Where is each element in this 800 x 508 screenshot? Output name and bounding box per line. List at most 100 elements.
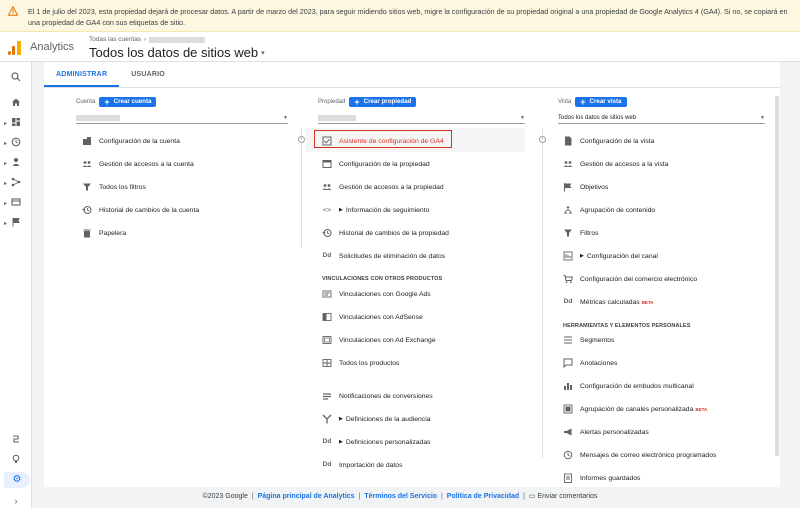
adsense-icon — [322, 312, 332, 322]
dashboard-icon[interactable] — [10, 117, 22, 129]
data-import-link[interactable]: Dd Importación de datos — [322, 457, 403, 473]
breadcrumb-all-accounts[interactable]: Todas las cuentas — [89, 36, 141, 43]
item-label: Configuración de la propiedad — [339, 160, 430, 168]
create-view-button[interactable]: + Crear vista — [575, 96, 627, 107]
ad-exchange-link[interactable]: Vinculaciones con Ad Exchange — [322, 332, 436, 348]
clock-icon[interactable] — [10, 137, 22, 149]
all-filters-link[interactable]: Todos los filtros — [82, 179, 146, 195]
all-products-link[interactable]: Todos los productos — [322, 355, 399, 371]
property-history-link[interactable]: Historial de cambios de la propiedad — [322, 225, 449, 241]
person-icon[interactable] — [10, 157, 22, 169]
item-label: Configuración de embudos multicanal — [580, 382, 694, 390]
property-label: Propiedad — [318, 98, 346, 105]
column-divider — [301, 128, 302, 248]
bar-chart-icon — [563, 381, 573, 391]
scheduled-emails-link[interactable]: Mensajes de correo electrónico programad… — [563, 447, 716, 463]
calculated-metrics-link[interactable]: Dd Métricas calculadas BETA — [563, 294, 654, 310]
privacy-link[interactable]: Política de Privacidad — [447, 493, 519, 500]
custom-channel-grouping-link[interactable]: Agrupación de canales personalizada BETA — [563, 401, 707, 417]
saved-report-icon — [563, 473, 573, 483]
content-grouping-link[interactable]: Agrupación de contenido — [563, 202, 655, 218]
google-ads-link[interactable]: Vinculaciones con Google Ads — [322, 286, 431, 302]
collapse-dot-icon[interactable]: ‹ — [298, 136, 305, 143]
tab-usuario[interactable]: USUARIO — [119, 62, 177, 87]
acquisition-icon[interactable] — [10, 177, 22, 189]
create-account-button[interactable]: + Crear cuenta — [99, 96, 157, 107]
property-selector[interactable]: Todos los datos de sitios web ▾ — [89, 45, 265, 60]
expand-arrow-icon[interactable]: ▸ — [4, 140, 7, 147]
account-history-link[interactable]: Historial de cambios de la cuenta — [82, 202, 199, 218]
account-settings-link[interactable]: Configuración de la cuenta — [82, 133, 180, 149]
trash-icon — [82, 228, 92, 238]
item-label: Agrupación de contenido — [580, 206, 656, 214]
analytics-logo-icon[interactable] — [8, 41, 21, 55]
vertical-scrollbar[interactable] — [775, 96, 779, 456]
home-icon[interactable] — [10, 97, 22, 109]
annotations-link[interactable]: Anotaciones — [563, 355, 617, 371]
view-dropdown[interactable]: Todos los datos de sitios web ▼ — [558, 112, 765, 124]
admin-gear-icon[interactable]: ⚙ — [4, 472, 30, 488]
filters-link[interactable]: Filtros — [563, 225, 599, 241]
ecommerce-settings-link[interactable]: Configuración del comercio electrónico — [563, 271, 697, 287]
item-label: Vinculaciones con AdSense — [339, 313, 423, 321]
breadcrumb[interactable]: Todas las cuentas › — [89, 36, 206, 43]
property-settings-link[interactable]: Configuración de la propiedad — [322, 156, 430, 172]
channel-settings-link[interactable]: ▶ Configuración del canal — [563, 248, 658, 264]
item-label: Vinculaciones con Google Ads — [339, 290, 431, 298]
trash-link[interactable]: Papelera — [82, 225, 126, 241]
data-deletion-link[interactable]: Dd Solicitudes de eliminación de datos — [322, 248, 446, 264]
expand-arrow-icon[interactable]: ▸ — [4, 160, 7, 167]
analytics-home-link[interactable]: Página principal de Analytics — [258, 493, 355, 500]
ga4-setup-assistant-link[interactable]: Asistente de configuración de GA4 — [322, 133, 444, 149]
item-label: Asistente de configuración de GA4 — [339, 137, 444, 145]
account-access-link[interactable]: Gestión de accesos a la cuenta — [82, 156, 194, 172]
expand-arrow-icon[interactable]: ▸ — [4, 120, 7, 127]
view-access-link[interactable]: Gestión de accesos a la vista — [563, 156, 668, 172]
segments-link[interactable]: Segmentos — [563, 332, 614, 348]
expand-arrow-icon[interactable]: ▸ — [4, 180, 7, 187]
behavior-icon[interactable] — [10, 197, 22, 209]
tracking-info-link[interactable]: <> ▶ Información de seguimiento — [322, 202, 430, 218]
document-icon — [563, 136, 573, 146]
left-nav: ▸ ▸ ▸ ▸ ▸ ▸ ⚙ › — [0, 62, 32, 508]
flag-icon[interactable] — [10, 217, 22, 229]
expand-arrow-icon[interactable]: ▸ — [4, 220, 7, 227]
redacted-property-value — [318, 114, 356, 121]
custom-channel-icon — [563, 404, 573, 414]
collapse-dot-icon[interactable]: ‹ — [539, 136, 546, 143]
adsense-link[interactable]: Vinculaciones con AdSense — [322, 309, 423, 325]
filter-icon — [563, 228, 573, 238]
feedback-button[interactable]: ▭ Enviar comentarios — [529, 493, 598, 500]
multichannel-funnels-link[interactable]: Configuración de embudos multicanal — [563, 378, 694, 394]
attribution-icon[interactable] — [10, 434, 22, 446]
property-access-link[interactable]: Gestión de accesos a la propiedad — [322, 179, 444, 195]
chevron-right-icon: › — [144, 36, 147, 43]
terms-link[interactable]: Términos del Servicio — [364, 493, 437, 500]
copyright-text: ©2023 Google — [202, 493, 248, 500]
custom-alerts-link[interactable]: Alertas personalizadas — [563, 424, 649, 440]
create-property-button[interactable]: + Crear propiedad — [349, 96, 417, 107]
audience-definitions-link[interactable]: ▶ Definiciones de la audiencia — [322, 411, 431, 427]
item-label: Configuración de la vista — [580, 137, 655, 145]
page-title[interactable]: Todos los datos de sitios web — [89, 45, 258, 60]
view-settings-link[interactable]: Configuración de la vista — [563, 133, 654, 149]
account-selector[interactable]: ▼ — [76, 112, 288, 124]
clock-mail-icon — [563, 450, 573, 460]
saved-reports-link[interactable]: Informes guardados — [563, 470, 640, 486]
goals-link[interactable]: Objetivos — [563, 179, 608, 195]
deprecation-banner: El 1 de julio del 2023, esta propiedad d… — [0, 0, 800, 32]
expand-arrow-icon[interactable]: ▸ — [4, 200, 7, 207]
item-label: Solicitudes de eliminación de datos — [339, 252, 446, 260]
tab-administrar[interactable]: ADMINISTRAR — [44, 62, 120, 87]
item-label: Configuración del canal — [586, 252, 658, 260]
property-dropdown[interactable]: ▼ — [318, 112, 525, 124]
conversion-notifications-link[interactable]: Notificaciones de conversiones — [322, 388, 433, 404]
lightbulb-icon[interactable] — [10, 454, 22, 466]
custom-definitions-link[interactable]: Dd ▶ Definiciones personalizadas — [322, 434, 431, 450]
admin-tabs: ADMINISTRAR USUARIO — [44, 62, 780, 88]
search-icon[interactable] — [10, 72, 22, 84]
section-title-tools: HERRAMIENTAS Y ELEMENTOS PERSONALES — [563, 323, 691, 329]
item-label: Gestión de accesos a la cuenta — [99, 160, 194, 168]
redacted-account-name — [149, 36, 206, 43]
item-label: Gestión de accesos a la vista — [580, 160, 669, 168]
